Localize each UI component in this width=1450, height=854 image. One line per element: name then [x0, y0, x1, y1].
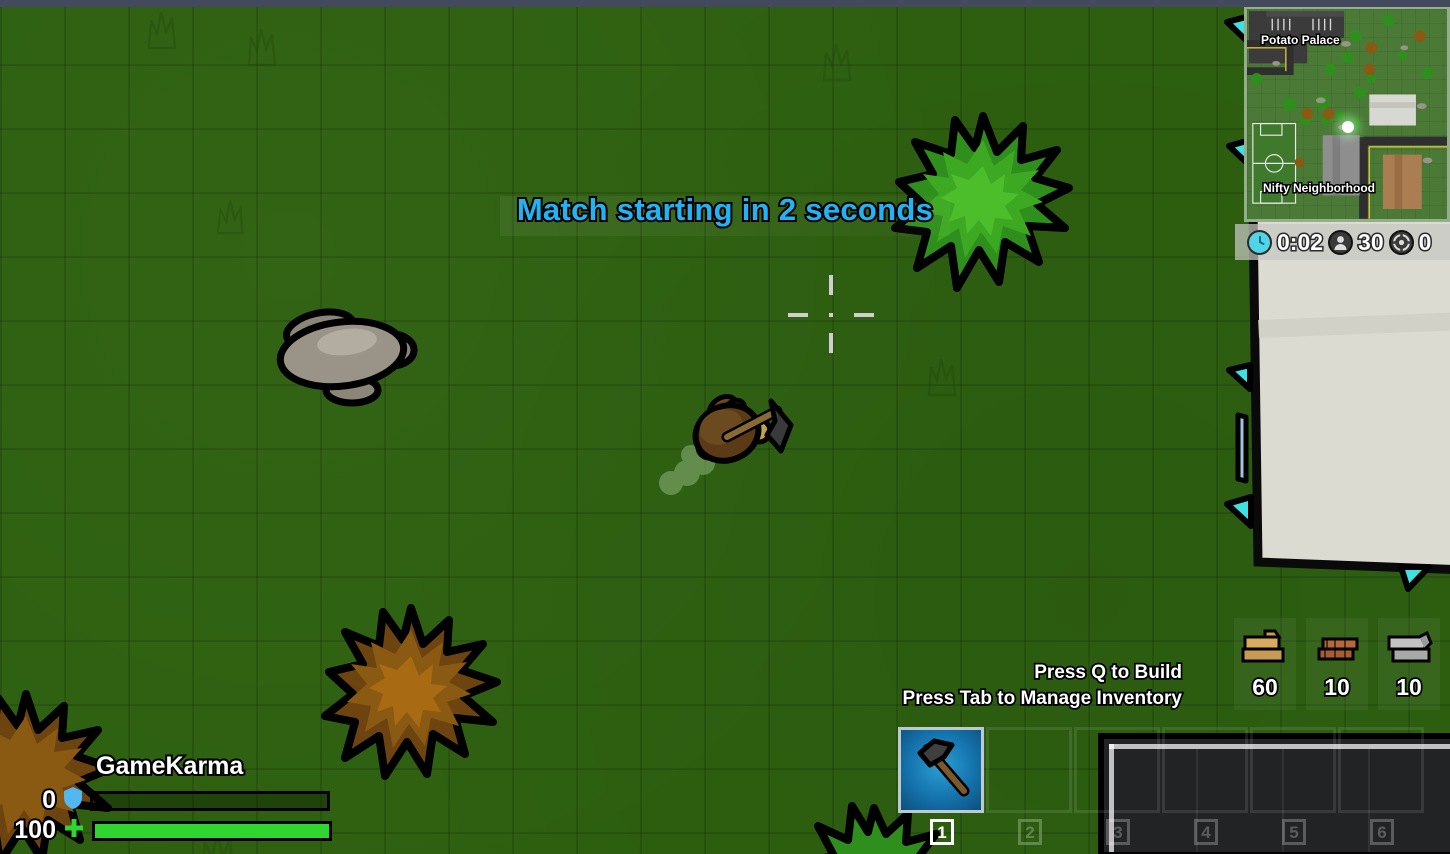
health-row: 100 [0, 814, 332, 846]
building-marker-cyan [1224, 494, 1256, 530]
players-value: 30 [1357, 227, 1386, 256]
hotbar-slot-2-number: 2 [1018, 819, 1042, 845]
control-hints: Press Q to Build Press Tab to Manage Inv… [901, 660, 1184, 711]
crosshair-center-dot [829, 313, 833, 317]
grass-tuft-decor [820, 40, 854, 82]
hotbar-slot-5[interactable]: 5 [1250, 727, 1338, 845]
stat-kills: 0 [1388, 227, 1433, 256]
shield-icon [63, 786, 83, 815]
hotbar-slot-5-number: 5 [1282, 819, 1306, 845]
player-character [655, 385, 805, 500]
timer-value: 0:02 [1275, 227, 1324, 256]
crosshair-tick-right [854, 313, 874, 317]
hotbar-slot-1-number: 1 [930, 819, 954, 845]
brick-amount: 10 [1322, 672, 1351, 702]
hint-inventory: Press Tab to Manage Inventory [901, 686, 1184, 710]
building-window [1234, 412, 1250, 485]
kills-value: 0 [1417, 227, 1433, 256]
health-bar-fill [95, 823, 329, 838]
wood-icon [1239, 627, 1291, 672]
hotbar-slot-3-number: 3 [1106, 819, 1130, 845]
player-name: GameKarma [94, 750, 245, 782]
hotbar-slot-4-number: 4 [1194, 819, 1218, 845]
hotbar-slot-1[interactable]: 1 [898, 727, 986, 845]
minimap-player-marker [1342, 121, 1354, 133]
crosshair-tick-bottom [829, 333, 833, 353]
shield-value: 0 [40, 784, 58, 816]
game-viewport: Match starting in 2 seconds Press Q to B… [0, 0, 1450, 854]
hotbar-slot-1-box[interactable] [898, 727, 984, 813]
resource-counters: 60 10 10 [1234, 618, 1440, 710]
clock-icon [1247, 229, 1272, 255]
health-cross-icon [63, 817, 85, 844]
shield-row: 0 [0, 784, 330, 816]
grass-tuft-decor [145, 8, 179, 50]
wood-amount: 60 [1250, 672, 1279, 702]
minimap-location-label: Nifty Neighborhood [1262, 180, 1377, 197]
rock-obstacle [272, 302, 432, 407]
pickaxe-icon [908, 735, 974, 806]
stat-players: 30 [1328, 227, 1386, 256]
metal-amount: 10 [1394, 672, 1423, 702]
hotbar-slot-6[interactable]: 6 [1338, 727, 1426, 845]
match-announcement: Match starting in 2 seconds [515, 190, 935, 229]
hotbar-slot-2[interactable]: 2 [986, 727, 1074, 845]
shield-bar-track [90, 790, 330, 811]
hotbar-slot-5-box[interactable] [1250, 727, 1336, 813]
hotbar[interactable]: 1 2 3 4 5 6 [898, 727, 1426, 845]
metal-icon [1383, 627, 1435, 672]
crosshair-tick-left [788, 313, 808, 317]
player-hud: GameKarma 0 100 [0, 744, 360, 854]
building-marker-cyan [1226, 362, 1254, 393]
brick-icon [1311, 627, 1363, 672]
hotbar-slot-3-box[interactable] [1074, 727, 1160, 813]
hotbar-slot-3[interactable]: 3 [1074, 727, 1162, 845]
stat-timer: 0:02 [1247, 227, 1325, 256]
health-value: 100 [12, 814, 58, 846]
crosshair-tick-top [829, 275, 833, 295]
grass-tuft-decor [925, 355, 959, 397]
hotbar-slot-6-number: 6 [1370, 819, 1394, 845]
hotbar-slot-4[interactable]: 4 [1162, 727, 1250, 845]
resource-wood[interactable]: 60 [1234, 618, 1296, 710]
minimap[interactable]: Potato Palace Nifty Neighborhood [1244, 6, 1450, 222]
match-stats-bar: 0:02 30 0 [1235, 224, 1450, 260]
hotbar-slot-2-box[interactable] [986, 727, 1072, 813]
screen-top-strip [0, 0, 1450, 7]
hint-build: Press Q to Build [1032, 660, 1183, 684]
hotbar-slot-6-box[interactable] [1338, 727, 1424, 813]
hotbar-slot-4-box[interactable] [1162, 727, 1248, 813]
building-marker-cyan [1398, 564, 1432, 592]
resource-brick[interactable]: 10 [1306, 618, 1368, 710]
resource-metal[interactable]: 10 [1378, 618, 1440, 710]
target-icon [1388, 229, 1414, 255]
person-icon [1328, 229, 1354, 255]
grass-tuft-decor [245, 25, 279, 67]
minimap-location-label: Potato Palace [1260, 32, 1342, 49]
health-bar-track [92, 820, 332, 841]
